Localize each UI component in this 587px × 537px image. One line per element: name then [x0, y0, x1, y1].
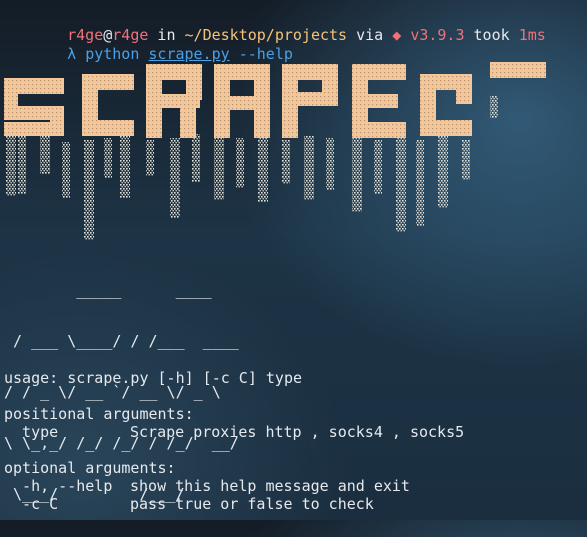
optional-header: optional arguments: [4, 459, 176, 477]
arg-desc: show this help message and exit [130, 477, 410, 495]
python-icon: ◆ [392, 26, 402, 44]
python-version: v3.9.3 [410, 26, 465, 44]
positional-header: positional arguments: [4, 405, 194, 423]
optional-arg-row: -c C pass true or false to check [4, 495, 464, 513]
help-output: usage: scrape.py [-h] [-c C] type positi… [4, 369, 464, 513]
ascii-banner-logo [4, 62, 546, 240]
arg-name: -h, --help [4, 477, 113, 495]
arg-name: -c C [4, 495, 59, 513]
ascii-art-line: / ___ \____/ / /___ ____ [4, 332, 239, 350]
banner-letters [4, 62, 546, 138]
prompt-via: via [347, 26, 393, 44]
arg-desc: Scrape proxies http , socks4 , socks5 [130, 423, 465, 441]
prompt-duration: 1ms [518, 26, 546, 44]
positional-arg-row: type Scrape proxies http , socks4 , socks… [4, 423, 464, 441]
terminal-window[interactable]: r4ge@r4ge in ~/Desktop/projects via ◆ v3… [0, 0, 587, 520]
arg-name: type [4, 423, 59, 441]
usage-line: usage: scrape.py [-h] [-c C] type [4, 369, 303, 387]
arg-desc: pass true or false to check [130, 495, 374, 513]
optional-arg-row: -h, --help show this help message and exi… [4, 477, 464, 495]
ascii-art-line: _____ ____ [4, 281, 212, 299]
prompt-took: took [464, 26, 519, 44]
